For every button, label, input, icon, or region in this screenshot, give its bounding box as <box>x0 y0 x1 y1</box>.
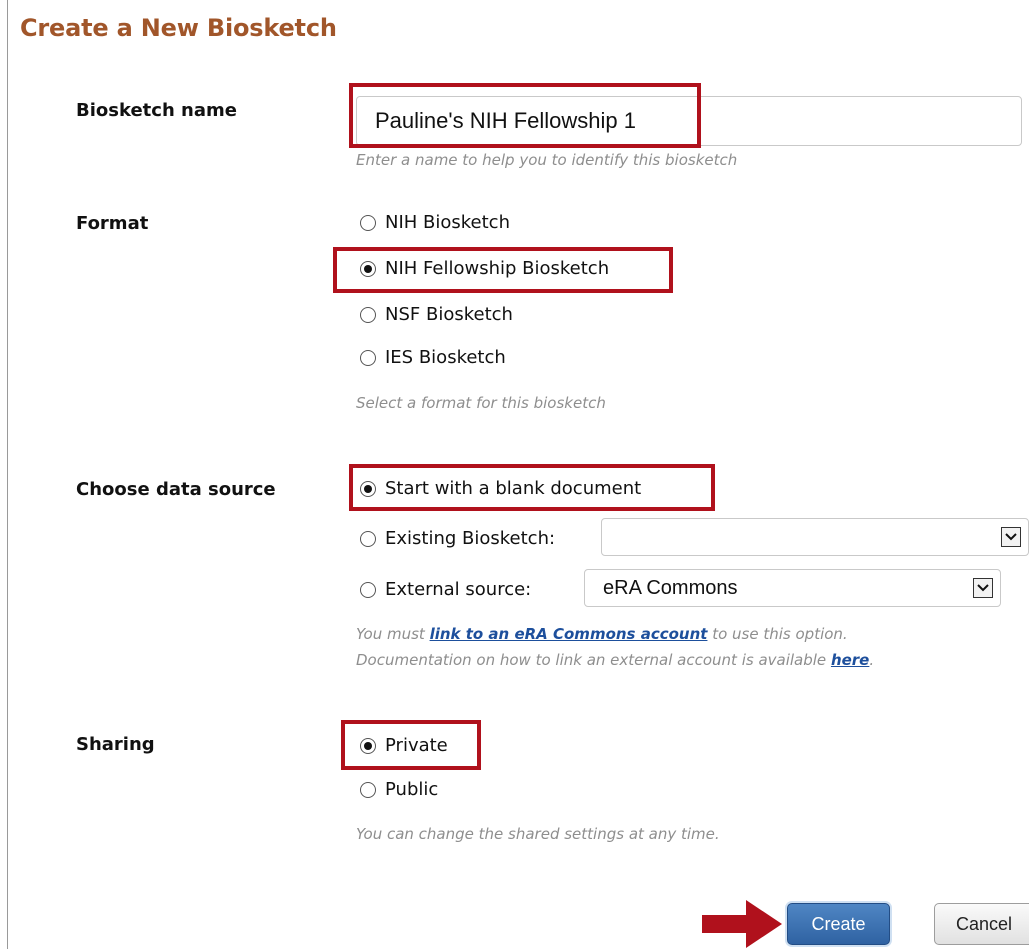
biosketch-name-hint: Enter a name to help you to identify thi… <box>356 151 738 169</box>
sharing-option-label: Public <box>385 779 439 800</box>
data-source-label: Choose data source <box>76 479 276 500</box>
data-source-option-label: Start with a blank document <box>385 478 642 499</box>
radio-unselected-icon[interactable] <box>360 306 376 323</box>
sharing-label: Sharing <box>76 734 155 755</box>
radio-selected-icon[interactable] <box>360 480 376 497</box>
radio-unselected-icon[interactable] <box>360 781 376 798</box>
cancel-button[interactable]: Cancel <box>934 903 1029 945</box>
data-source-option-external[interactable]: External source: <box>360 579 531 600</box>
create-button[interactable]: Create <box>787 903 890 945</box>
format-option-label: IES Biosketch <box>385 347 506 368</box>
sharing-option-public[interactable]: Public <box>360 779 438 800</box>
format-option-ies[interactable]: IES Biosketch <box>360 347 506 368</box>
format-hint: Select a format for this biosketch <box>356 394 606 412</box>
sharing-option-label: Private <box>385 735 448 756</box>
data-source-hint-line2: Documentation on how to link an external… <box>356 651 875 669</box>
format-option-nsf[interactable]: NSF Biosketch <box>360 304 513 325</box>
chevron-down-icon[interactable] <box>973 578 993 598</box>
data-source-option-label: External source: <box>385 579 532 600</box>
radio-selected-icon[interactable] <box>360 737 376 754</box>
link-documentation-here[interactable]: here <box>831 651 869 669</box>
radio-unselected-icon[interactable] <box>360 349 376 366</box>
data-source-option-label: Existing Biosketch: <box>385 528 556 549</box>
link-era-commons-account[interactable]: link to an eRA Commons account <box>430 625 708 643</box>
dialog-title: Create a New Biosketch <box>20 14 337 42</box>
external-source-select[interactable]: eRA Commons <box>584 569 1001 607</box>
existing-biosketch-select[interactable] <box>601 518 1029 556</box>
data-source-option-existing[interactable]: Existing Biosketch: <box>360 528 555 549</box>
radio-unselected-icon[interactable] <box>360 581 376 598</box>
format-label: Format <box>76 213 149 234</box>
format-option-nih[interactable]: NIH Biosketch <box>360 212 510 233</box>
data-source-hint-line1: You must link to an eRA Commons account … <box>356 625 848 643</box>
radio-unselected-icon[interactable] <box>360 530 376 547</box>
biosketch-name-label: Biosketch name <box>76 100 237 121</box>
sharing-hint: You can change the shared settings at an… <box>356 825 720 843</box>
biosketch-name-input[interactable] <box>356 96 1022 146</box>
radio-selected-icon[interactable] <box>360 260 376 277</box>
format-option-label: NIH Biosketch <box>385 212 510 233</box>
external-source-value: eRA Commons <box>603 576 738 599</box>
format-option-nih-fellowship[interactable]: NIH Fellowship Biosketch <box>360 258 609 279</box>
format-option-label: NSF Biosketch <box>385 304 513 325</box>
format-option-label: NIH Fellowship Biosketch <box>385 258 610 279</box>
red-arrow-icon <box>702 900 782 948</box>
sharing-option-private[interactable]: Private <box>360 735 448 756</box>
chevron-down-icon[interactable] <box>1001 527 1021 547</box>
data-source-option-blank[interactable]: Start with a blank document <box>360 478 641 499</box>
create-biosketch-dialog: Create a New Biosketch Biosketch name En… <box>7 0 1029 949</box>
radio-unselected-icon[interactable] <box>360 214 376 231</box>
